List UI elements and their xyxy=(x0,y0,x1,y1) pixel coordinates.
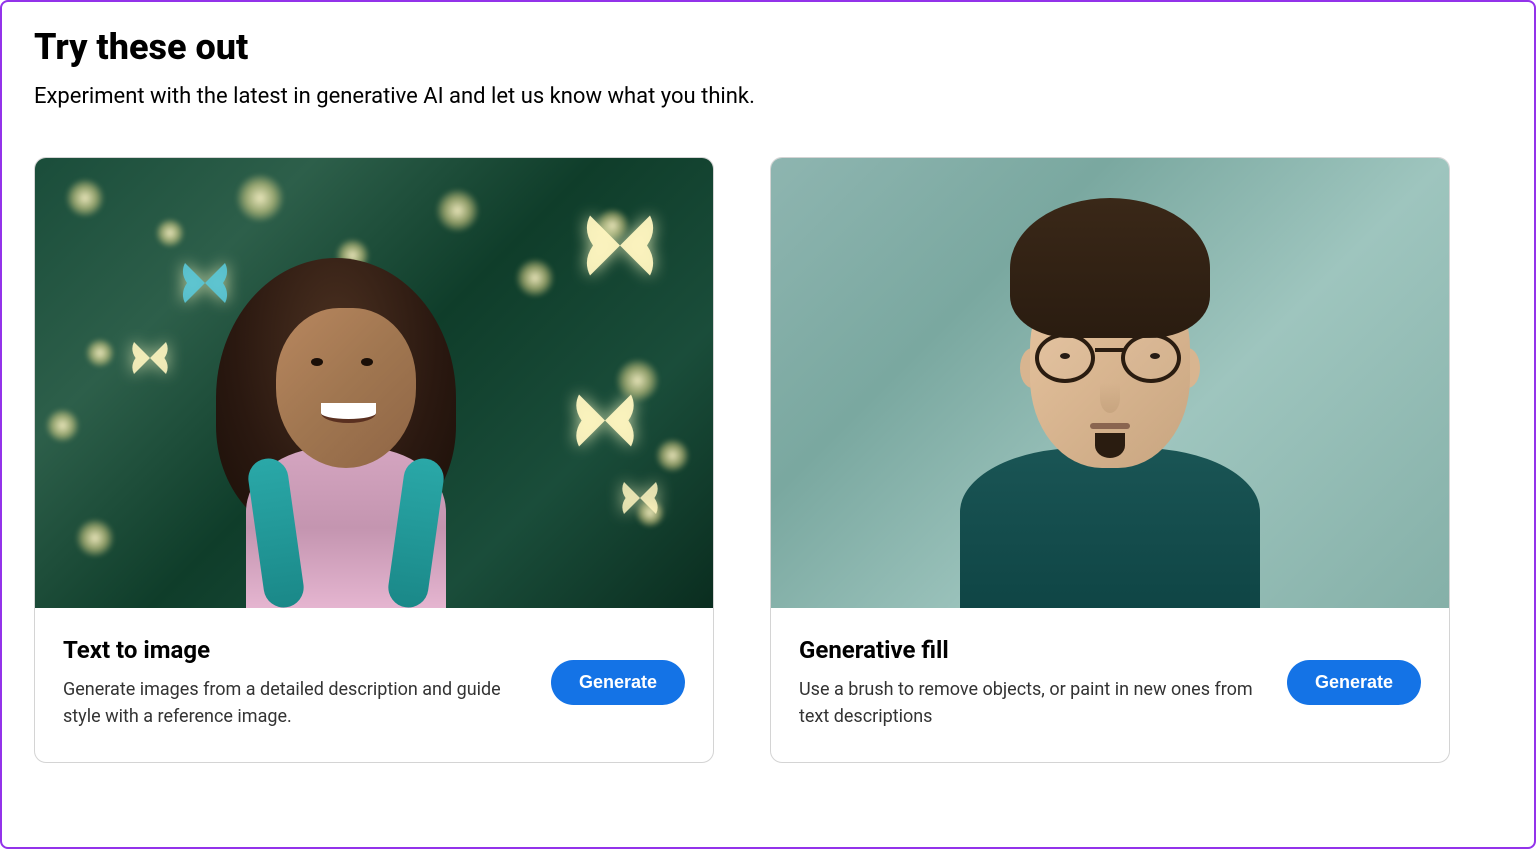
card-content: Generative fill Use a brush to remove ob… xyxy=(771,608,1449,762)
card-title-generative-fill: Generative fill xyxy=(799,636,1263,664)
card-text-block: Generative fill Use a brush to remove ob… xyxy=(799,636,1263,730)
generate-button-text-to-image[interactable]: Generate xyxy=(551,660,685,705)
card-text-block: Text to image Generate images from a det… xyxy=(63,636,527,730)
generate-button-generative-fill[interactable]: Generate xyxy=(1287,660,1421,705)
card-text-to-image[interactable]: Text to image Generate images from a det… xyxy=(34,157,714,763)
card-title-text-to-image: Text to image xyxy=(63,636,527,664)
page-subtitle: Experiment with the latest in generative… xyxy=(34,84,1502,109)
cards-container: Text to image Generate images from a det… xyxy=(34,157,1502,763)
card-description-text-to-image: Generate images from a detailed descript… xyxy=(63,676,527,730)
card-generative-fill[interactable]: Generative fill Use a brush to remove ob… xyxy=(770,157,1450,763)
card-content: Text to image Generate images from a det… xyxy=(35,608,713,762)
card-image-text-to-image xyxy=(35,158,713,608)
card-description-generative-fill: Use a brush to remove objects, or paint … xyxy=(799,676,1263,730)
page-title: Try these out xyxy=(34,26,1502,68)
card-image-generative-fill xyxy=(771,158,1449,608)
